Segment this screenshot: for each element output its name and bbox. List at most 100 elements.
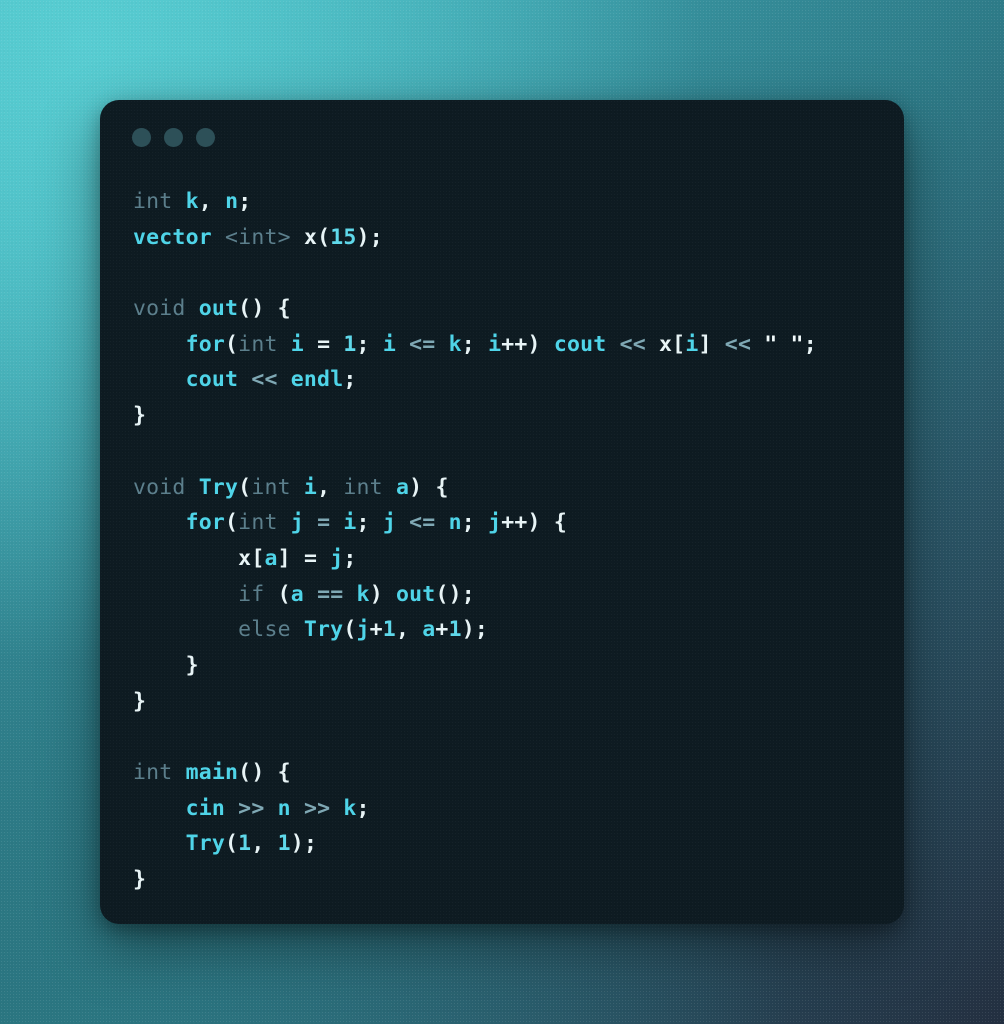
- code-token: int: [133, 189, 173, 214]
- code-token: k: [343, 795, 357, 821]
- code-token: (: [277, 581, 291, 607]
- code-token: int: [251, 474, 291, 500]
- code-token: k: [448, 331, 462, 357]
- code-token: out: [198, 296, 239, 322]
- code-line: cout << endl;: [133, 362, 886, 398]
- code-token: );: [461, 617, 489, 643]
- code-token: +: [369, 617, 383, 643]
- code-token: {: [277, 296, 291, 322]
- code-token: <=: [409, 510, 436, 536]
- code-token: cout: [185, 367, 239, 393]
- code-token: i: [685, 331, 699, 357]
- code-token: [: [251, 545, 265, 571]
- code-token: 1: [448, 617, 462, 643]
- code-line: void Try(int i, int a) {: [133, 470, 886, 506]
- code-token: void: [133, 296, 186, 322]
- code-token: [: [672, 331, 686, 357]
- code-token: 1: [343, 331, 357, 357]
- code-token: j: [330, 545, 344, 571]
- code-token: ;: [369, 224, 383, 250]
- code-token: else: [238, 617, 291, 643]
- code-token: if: [238, 581, 265, 607]
- code-token: (): [238, 760, 265, 785]
- code-token: a: [264, 545, 278, 571]
- maximize-dot-icon[interactable]: [196, 128, 215, 147]
- code-block[interactable]: int k, n; vector <int> x(15); void out() …: [133, 184, 886, 898]
- code-token: i: [343, 510, 357, 536]
- code-token: k: [356, 581, 370, 607]
- code-line: }: [133, 862, 886, 898]
- code-token: 15: [330, 224, 357, 250]
- code-token: }: [185, 652, 199, 678]
- code-token: int: [238, 510, 278, 536]
- code-token: ;: [356, 510, 383, 536]
- code-token: ,: [251, 831, 265, 857]
- code-line: else Try(j+1, a+1);: [133, 612, 886, 648]
- code-token: <: [225, 224, 239, 250]
- code-token: ();: [435, 581, 475, 607]
- code-token: >: [277, 224, 291, 250]
- code-token: =: [317, 331, 331, 357]
- code-token: ++: [501, 331, 528, 357]
- code-line: Try(1, 1);: [133, 826, 886, 862]
- code-token: void: [133, 474, 186, 500]
- code-token: n: [448, 510, 462, 536]
- code-line: void out() {: [133, 291, 886, 327]
- code-token: {: [435, 474, 449, 500]
- code-line: if (a == k) out();: [133, 577, 886, 613]
- code-token: <<: [724, 331, 752, 357]
- code-token: );: [290, 831, 318, 857]
- code-line: int main() {: [133, 755, 886, 791]
- code-token: int: [238, 224, 278, 250]
- code-token: <=: [409, 331, 436, 357]
- code-line: cin >> n >> k;: [133, 791, 886, 827]
- code-token: j: [488, 510, 502, 536]
- code-token: ]: [698, 331, 712, 357]
- minimize-dot-icon[interactable]: [164, 128, 183, 147]
- code-token: Try: [303, 617, 344, 643]
- code-token: cout: [553, 331, 607, 357]
- code-token: i: [290, 331, 304, 357]
- code-token: int: [343, 474, 383, 500]
- code-token: for: [185, 510, 226, 536]
- code-token: int: [238, 331, 278, 357]
- code-token: i: [382, 331, 396, 357]
- close-dot-icon[interactable]: [132, 128, 151, 147]
- code-token: }: [133, 688, 147, 714]
- code-token: }: [133, 867, 147, 893]
- code-line: }: [133, 648, 886, 684]
- code-token: ,: [317, 474, 331, 500]
- code-token: =: [303, 545, 318, 571]
- code-token: >>: [303, 795, 331, 821]
